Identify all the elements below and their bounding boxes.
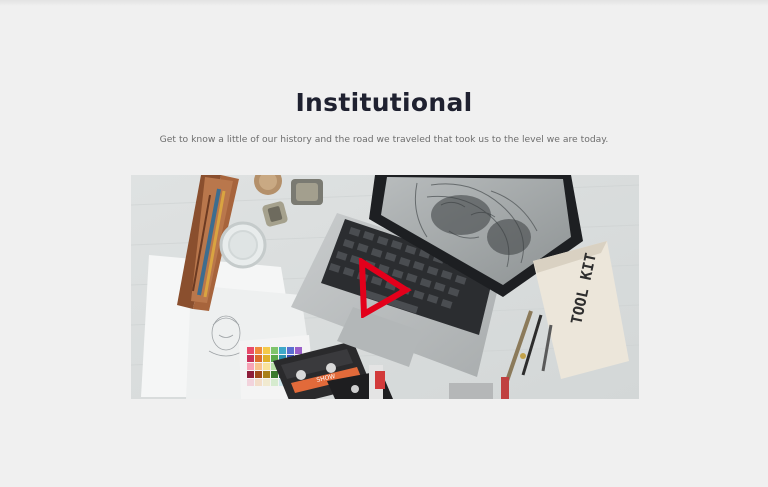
section-subtitle: Get to know a little of our history and … [159,134,609,145]
play-icon[interactable] [356,258,412,318]
video-thumbnail[interactable]: SHOW TOOL KIT [131,175,639,399]
institutional-page: Institutional Get to know a little of ou… [0,0,768,487]
top-divider [0,0,768,6]
section-title: Institutional [295,88,473,117]
